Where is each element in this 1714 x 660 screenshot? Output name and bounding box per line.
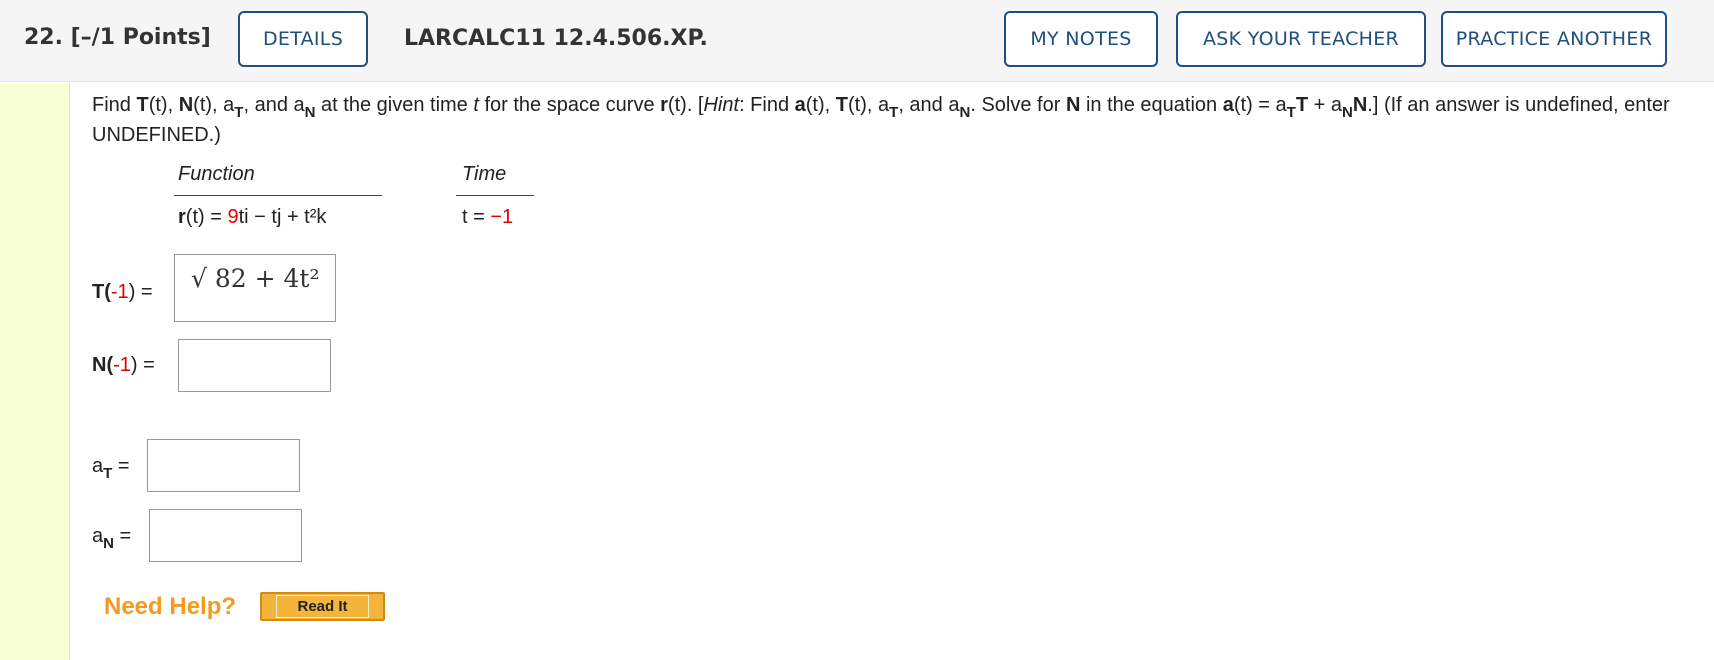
function-header-rule <box>174 195 382 196</box>
read-it-label: Read It <box>276 595 369 618</box>
time-header-rule <box>456 195 534 196</box>
aN-answer-field[interactable] <box>149 509 302 562</box>
N-answer-label: N(-1) = <box>92 354 155 376</box>
aT-answer-field[interactable] <box>147 439 300 492</box>
practice-another-button[interactable]: PRACTICE ANOTHER <box>1441 11 1667 67</box>
details-button[interactable]: DETAILS <box>238 11 368 67</box>
N-answer-field[interactable] <box>178 339 331 392</box>
my-notes-button[interactable]: MY NOTES <box>1004 11 1158 67</box>
T-answer-value: √ 82 + 4t² <box>191 264 320 293</box>
time-header: Time <box>462 163 507 185</box>
read-it-button[interactable]: Read It <box>260 592 385 621</box>
question-id: LARCALC11 12.4.506.XP. <box>404 26 708 51</box>
need-help-label: Need Help? <box>104 593 237 620</box>
question-sidebar <box>0 83 70 660</box>
question-header: 22. [–/1 Points] DETAILS LARCALC11 12.4.… <box>0 0 1714 82</box>
ask-your-teacher-button[interactable]: ASK YOUR TEACHER <box>1176 11 1426 67</box>
T-answer-field[interactable]: √ 82 + 4t² <box>174 254 336 322</box>
function-header: Function <box>178 163 255 185</box>
aN-answer-label: aN = <box>92 525 132 552</box>
question-points-label: 22. [–/1 Points] <box>24 25 211 50</box>
aT-answer-label: aT = <box>92 455 130 482</box>
T-answer-label: T(-1) = <box>92 281 153 303</box>
time-value: t = −1 <box>462 206 514 228</box>
function-value: r(t) = 9ti − tj + t²k <box>178 206 327 228</box>
question-prompt: Find T(t), N(t), aT, and aN at the given… <box>92 94 1670 146</box>
